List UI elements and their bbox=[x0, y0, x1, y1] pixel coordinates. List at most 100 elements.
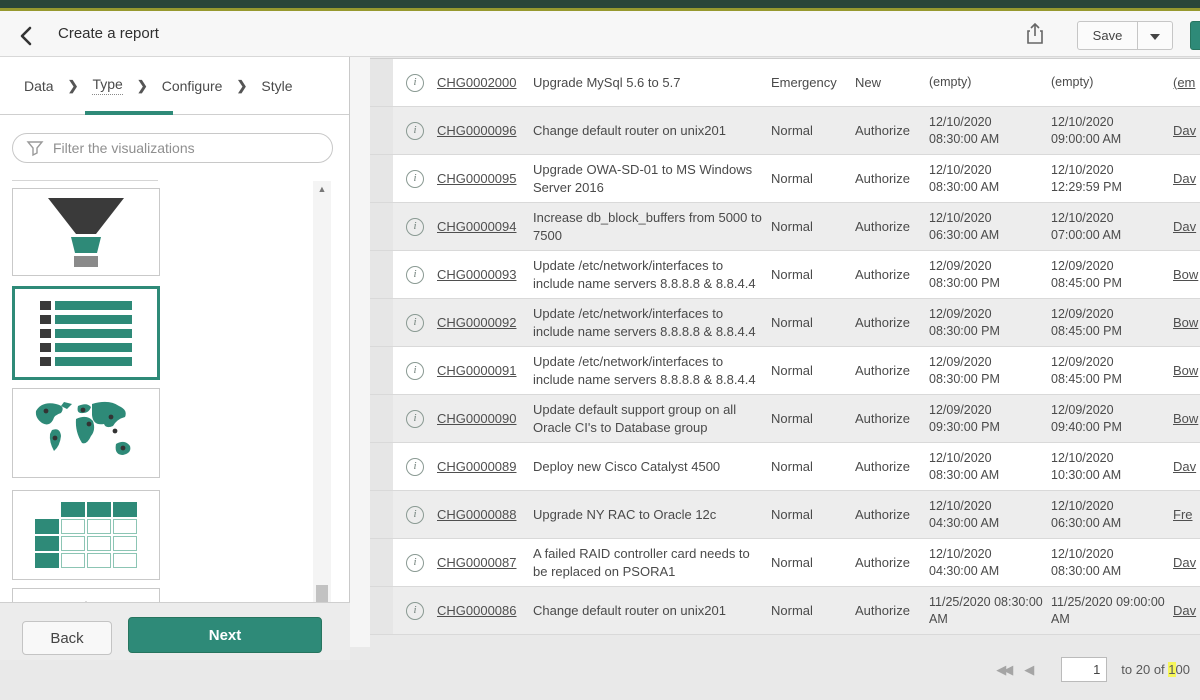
state-cell: Authorize bbox=[855, 554, 929, 572]
priority-cell: Normal bbox=[771, 122, 855, 140]
assigned-to-link[interactable]: Dav bbox=[1173, 219, 1196, 234]
record-number-link[interactable]: CHG0000095 bbox=[437, 171, 517, 186]
visualization-list bbox=[10, 180, 310, 648]
tab-type[interactable]: Type bbox=[92, 76, 122, 95]
run-button[interactable] bbox=[1190, 21, 1200, 50]
viz-list-scrollbar[interactable]: ▲ ▼ bbox=[313, 181, 331, 647]
record-number-link[interactable]: CHG0002000 bbox=[437, 75, 517, 90]
planned-start-cell: 12/09/2020 08:30:00 PM bbox=[929, 306, 1051, 340]
priority-cell: Normal bbox=[771, 602, 855, 620]
tab-configure[interactable]: Configure bbox=[162, 78, 223, 94]
short-description-cell: Update /etc/network/interfaces to includ… bbox=[533, 257, 771, 292]
page-number-input[interactable] bbox=[1061, 657, 1107, 682]
record-info-icon[interactable]: i bbox=[406, 602, 424, 620]
planned-start-cell: 12/10/2020 08:30:00 AM bbox=[929, 450, 1051, 484]
assigned-to-link[interactable]: (em bbox=[1173, 75, 1195, 90]
table-row: i CHG0000086 Change default router on un… bbox=[370, 587, 1200, 635]
priority-cell: Normal bbox=[771, 314, 855, 332]
record-number-link[interactable]: CHG0000086 bbox=[437, 603, 517, 618]
viz-item-funnel[interactable] bbox=[12, 188, 160, 276]
record-info-icon[interactable]: i bbox=[406, 314, 424, 332]
record-number-link[interactable]: CHG0000090 bbox=[437, 411, 517, 426]
assigned-to-link[interactable]: Dav bbox=[1173, 123, 1196, 138]
assigned-to-link[interactable]: Dav bbox=[1173, 555, 1196, 570]
viz-item-table[interactable] bbox=[12, 490, 160, 580]
record-number-link[interactable]: CHG0000088 bbox=[437, 507, 517, 522]
filter-visualizations-input[interactable] bbox=[12, 133, 333, 163]
planned-start-cell: 12/10/2020 06:30:00 AM bbox=[929, 210, 1051, 244]
list-chart-icon bbox=[40, 301, 132, 366]
planned-end-cell: 12/10/2020 08:30:00 AM bbox=[1051, 546, 1173, 580]
record-info-icon[interactable]: i bbox=[406, 74, 424, 92]
page-title: Create a report bbox=[58, 25, 159, 42]
table-chart-icon bbox=[35, 502, 137, 568]
state-cell: Authorize bbox=[855, 314, 929, 332]
record-info-icon[interactable]: i bbox=[406, 554, 424, 572]
short-description-cell: A failed RAID controller card needs to b… bbox=[533, 545, 771, 580]
record-number-link[interactable]: CHG0000093 bbox=[437, 267, 517, 282]
state-cell: Authorize bbox=[855, 602, 929, 620]
record-info-icon[interactable]: i bbox=[406, 362, 424, 380]
viz-item-list[interactable] bbox=[12, 286, 160, 380]
chevron-right-icon: ❯ bbox=[236, 78, 247, 94]
record-info-icon[interactable]: i bbox=[406, 266, 424, 284]
planned-end-cell: 11/25/2020 09:00:00 AM bbox=[1051, 594, 1173, 628]
state-cell: Authorize bbox=[855, 458, 929, 476]
tab-data[interactable]: Data bbox=[24, 78, 54, 94]
chevron-left-icon bbox=[18, 25, 44, 47]
chevron-left-icon: ◀ bbox=[1024, 662, 1031, 677]
row-gutter bbox=[370, 443, 393, 490]
assigned-to-link[interactable]: Dav bbox=[1173, 459, 1196, 474]
planned-end-cell: 12/09/2020 09:40:00 PM bbox=[1051, 402, 1173, 436]
back-button[interactable] bbox=[18, 23, 44, 49]
record-number-link[interactable]: CHG0000096 bbox=[437, 123, 517, 138]
back-step-button[interactable]: Back bbox=[22, 621, 112, 655]
priority-cell: Normal bbox=[771, 362, 855, 380]
record-number-link[interactable]: CHG0000089 bbox=[437, 459, 517, 474]
planned-start-cell: 12/09/2020 09:30:00 PM bbox=[929, 402, 1051, 436]
tab-style[interactable]: Style bbox=[261, 78, 292, 94]
first-page-button[interactable]: ◀◀ bbox=[994, 662, 1012, 678]
record-info-icon[interactable]: i bbox=[406, 458, 424, 476]
assigned-to-link[interactable]: Dav bbox=[1173, 171, 1196, 186]
previous-page-button[interactable]: ◀ bbox=[1022, 662, 1033, 678]
scroll-up-icon[interactable]: ▲ bbox=[313, 181, 331, 197]
planned-end-cell: 12/10/2020 07:00:00 AM bbox=[1051, 210, 1173, 244]
next-step-button[interactable]: Next bbox=[128, 617, 322, 653]
record-info-icon[interactable]: i bbox=[406, 218, 424, 236]
planned-start-cell: 12/10/2020 08:30:00 AM bbox=[929, 114, 1051, 148]
state-cell: Authorize bbox=[855, 266, 929, 284]
record-info-icon[interactable]: i bbox=[406, 122, 424, 140]
row-gutter bbox=[370, 395, 393, 442]
record-info-icon[interactable]: i bbox=[406, 506, 424, 524]
assigned-to-link[interactable]: Bow bbox=[1173, 411, 1198, 426]
record-number-link[interactable]: CHG0000092 bbox=[437, 315, 517, 330]
assigned-to-link[interactable]: Fre bbox=[1173, 507, 1193, 522]
row-gutter bbox=[370, 539, 393, 586]
save-dropdown-button[interactable] bbox=[1138, 21, 1173, 50]
state-cell: Authorize bbox=[855, 122, 929, 140]
priority-cell: Normal bbox=[771, 266, 855, 284]
row-gutter bbox=[370, 347, 393, 394]
clipped-card-edge bbox=[12, 180, 158, 181]
assigned-to-link[interactable]: Bow bbox=[1173, 363, 1198, 378]
assigned-to-link[interactable]: Bow bbox=[1173, 267, 1198, 282]
record-number-link[interactable]: CHG0000094 bbox=[437, 219, 517, 234]
record-list-pane: i CHG0002000 Upgrade MySql 5.6 to 5.7 Em… bbox=[350, 57, 1200, 700]
record-info-icon[interactable]: i bbox=[406, 170, 424, 188]
record-number-link[interactable]: CHG0000087 bbox=[437, 555, 517, 570]
table-row: i CHG0000096 Change default router on un… bbox=[370, 107, 1200, 155]
chevron-down-icon bbox=[1150, 34, 1160, 40]
share-button[interactable] bbox=[1024, 21, 1050, 47]
priority-cell: Normal bbox=[771, 506, 855, 524]
row-gutter bbox=[370, 107, 393, 154]
assigned-to-link[interactable]: Dav bbox=[1173, 603, 1196, 618]
viz-item-map[interactable] bbox=[12, 388, 160, 478]
state-cell: Authorize bbox=[855, 218, 929, 236]
record-number-link[interactable]: CHG0000091 bbox=[437, 363, 517, 378]
chevron-right-icon: ❯ bbox=[137, 78, 148, 94]
assigned-to-link[interactable]: Bow bbox=[1173, 315, 1198, 330]
save-button[interactable]: Save bbox=[1077, 21, 1138, 50]
priority-cell: Normal bbox=[771, 458, 855, 476]
record-info-icon[interactable]: i bbox=[406, 410, 424, 428]
